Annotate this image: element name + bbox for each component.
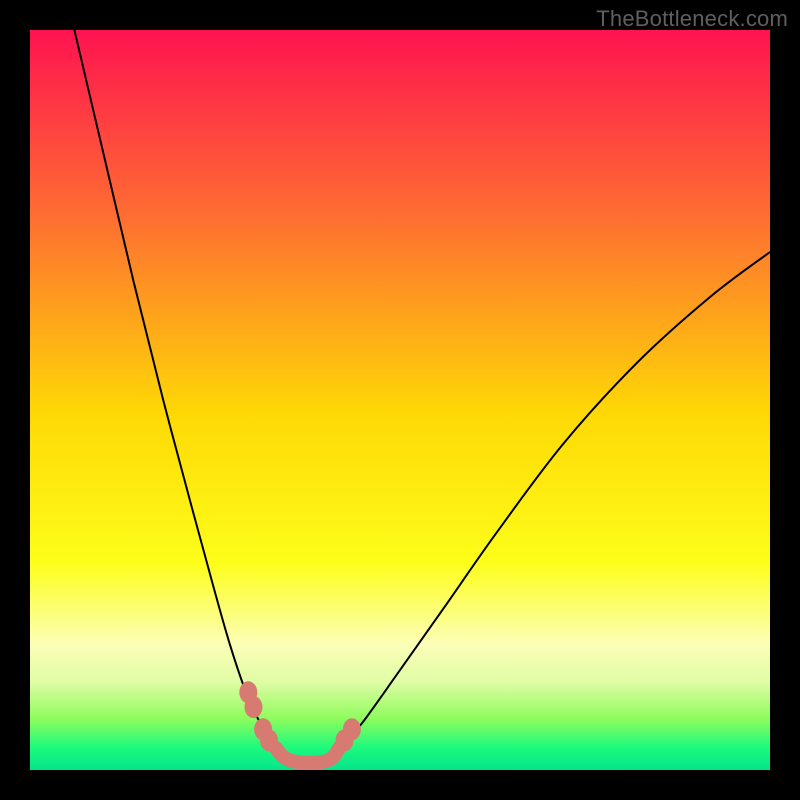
marker-left-descent-4	[260, 729, 278, 751]
chart-overlay	[30, 30, 770, 770]
marker-group	[239, 681, 361, 751]
curve-right-branch	[326, 252, 770, 761]
chart-frame: TheBottleneck.com	[0, 0, 800, 800]
curve-left-branch	[74, 30, 289, 761]
marker-right-ascent-2	[343, 718, 361, 740]
marker-left-descent-2	[245, 696, 263, 718]
watermark-text: TheBottleneck.com	[596, 6, 788, 32]
marker-trough-connector	[276, 748, 340, 763]
